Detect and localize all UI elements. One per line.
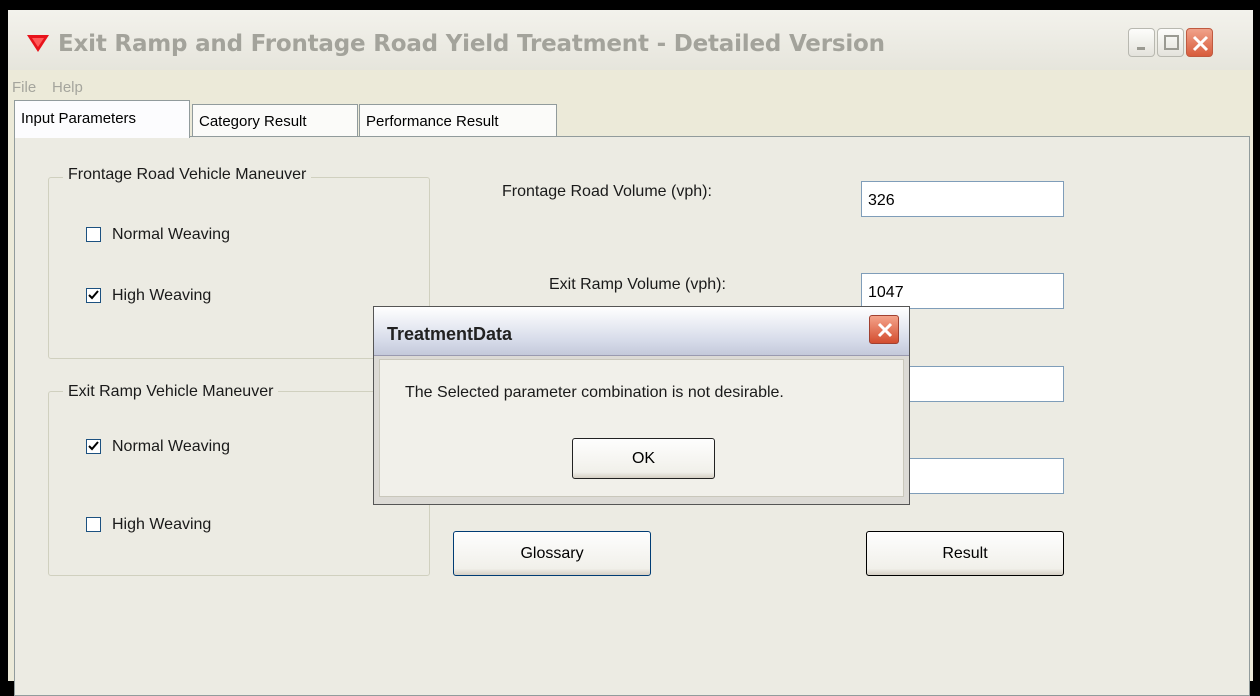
checkbox-label: Normal Weaving <box>112 438 230 455</box>
minimize-button[interactable] <box>1128 28 1155 57</box>
frontage-volume-label: Frontage Road Volume (vph): <box>502 183 712 200</box>
frontage-maneuver-group-label: Frontage Road Vehicle Maneuver <box>63 166 312 184</box>
checkbox-box[interactable] <box>86 517 101 532</box>
checkmark-icon <box>88 290 99 300</box>
frontage-volume-input[interactable]: 326 <box>861 181 1064 217</box>
result-button[interactable]: Result <box>866 531 1064 576</box>
tab-category-result[interactable]: Category Result <box>192 104 358 136</box>
treatment-data-dialog: TreatmentData The Selected parameter com… <box>373 306 910 505</box>
dialog-close-button[interactable] <box>869 315 899 344</box>
checkbox-box[interactable] <box>86 439 101 454</box>
exit-volume-label: Exit Ramp Volume (vph): <box>549 276 726 293</box>
checkbox-label: High Weaving <box>112 287 212 304</box>
glossary-button[interactable]: Glossary <box>453 531 651 576</box>
checkbox-box[interactable] <box>86 288 101 303</box>
ok-button[interactable]: OK <box>572 438 715 479</box>
dialog-title: TreatmentData <box>387 324 513 344</box>
tab-input-parameters[interactable]: Input Parameters <box>14 100 190 138</box>
dialog-title-bar[interactable]: TreatmentData <box>374 307 909 356</box>
exit-volume-input[interactable]: 1047 <box>861 273 1064 309</box>
menu-help[interactable]: Help <box>52 79 83 96</box>
menu-file[interactable]: File <box>12 79 36 96</box>
window-close-button[interactable] <box>1186 28 1213 57</box>
window-title: Exit Ramp and Frontage Road Yield Treatm… <box>58 31 885 57</box>
tab-performance-result[interactable]: Performance Result <box>359 104 557 136</box>
checkbox-label: High Weaving <box>112 516 212 533</box>
exit-maneuver-group-label: Exit Ramp Vehicle Maneuver <box>63 383 279 401</box>
title-bar[interactable]: Exit Ramp and Frontage Road Yield Treatm… <box>8 10 1253 70</box>
checkmark-icon <box>88 441 99 451</box>
checkbox-label: Normal Weaving <box>112 226 230 243</box>
app-triangle-icon <box>26 33 50 58</box>
maximize-button[interactable] <box>1157 28 1184 57</box>
menu-bar: File Help <box>8 76 1253 100</box>
close-icon <box>877 322 893 338</box>
checkbox-box[interactable] <box>86 227 101 242</box>
dialog-message: The Selected parameter combination is no… <box>405 384 784 401</box>
